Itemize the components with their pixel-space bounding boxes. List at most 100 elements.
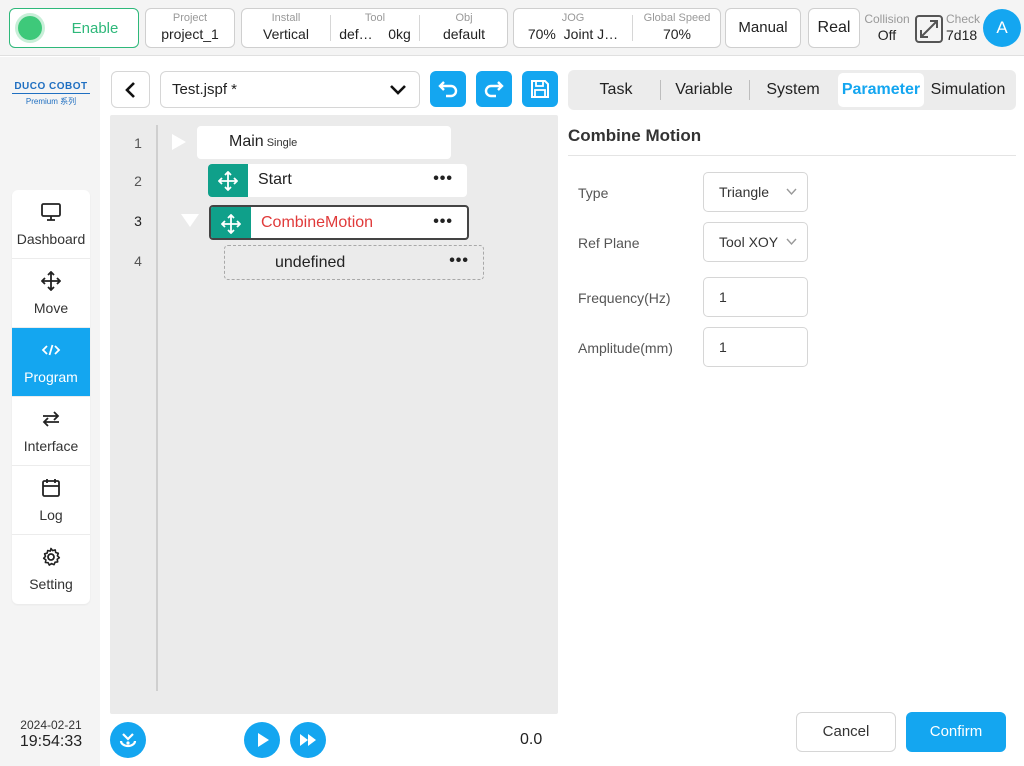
install-tool-obj-group[interactable]: Install Vertical Tool def… 0kg Obj defau… xyxy=(241,8,508,48)
tool-weight: 0kg xyxy=(388,26,411,42)
manual-mode-button[interactable]: Manual xyxy=(725,8,801,48)
main-mode: Single xyxy=(266,137,298,149)
enable-button[interactable]: Enable xyxy=(9,8,139,48)
tree-node-main[interactable]: Main Single xyxy=(197,126,451,159)
tab-task[interactable]: Task xyxy=(576,73,656,107)
sidebar-item-label: Log xyxy=(39,507,63,523)
global-speed-key: Global Speed xyxy=(643,12,711,24)
install-cell[interactable]: Install Vertical xyxy=(242,12,330,43)
jog-mode: Joint J… xyxy=(563,26,619,42)
obj-value: default xyxy=(442,26,486,42)
current-time: 19:54:33 xyxy=(19,733,83,750)
obj-cell[interactable]: Obj default xyxy=(420,12,508,43)
amplitude-input[interactable]: 1 xyxy=(703,327,808,367)
tool-name: def… xyxy=(339,26,373,42)
tree-node-combinemotion[interactable]: CombineMotion ••• xyxy=(209,205,469,240)
sidebar-item-move[interactable]: Move xyxy=(12,259,90,328)
jog-cell[interactable]: JOG 70% Joint J… xyxy=(514,12,632,43)
confirm-button[interactable]: Confirm xyxy=(906,712,1006,752)
divider xyxy=(749,80,750,100)
logo-series: Premium 系列 xyxy=(25,97,77,106)
sidebar-item-log[interactable]: Log xyxy=(12,466,90,535)
step-down-button[interactable] xyxy=(110,722,146,758)
install-value: Vertical xyxy=(263,26,309,42)
line-number: 3 xyxy=(134,213,142,229)
logo-brand: DUCO COBOT xyxy=(12,81,90,94)
sidebar-item-program[interactable]: Program xyxy=(12,328,90,397)
fast-forward-icon xyxy=(300,734,316,746)
line-number: 2 xyxy=(134,173,142,189)
undo-button[interactable] xyxy=(430,71,466,107)
file-selector[interactable]: Test.jspf * xyxy=(160,71,420,108)
panel-title: Combine Motion xyxy=(568,126,702,145)
global-speed-cell[interactable]: Global Speed 70% xyxy=(633,12,721,43)
move-icon xyxy=(221,214,241,234)
back-button[interactable] xyxy=(111,71,150,108)
sidebar-item-dashboard[interactable]: Dashboard xyxy=(12,190,90,259)
tab-parameter[interactable]: Parameter xyxy=(838,73,924,107)
ref-plane-value: Tool XOY xyxy=(719,234,779,250)
real-mode-button[interactable]: Real xyxy=(808,8,860,48)
ref-plane-select[interactable]: Tool XOY xyxy=(703,222,808,262)
node-label: Main Single xyxy=(229,133,297,151)
top-status-bar: Enable Project project_1 Install Vertica… xyxy=(0,0,1024,56)
move-icon xyxy=(218,171,238,191)
chevron-down-icon xyxy=(786,238,797,246)
project-selector[interactable]: Project project_1 xyxy=(145,8,235,48)
cancel-button[interactable]: Cancel xyxy=(796,712,896,752)
tree-guide-line xyxy=(156,125,158,691)
install-key: Install xyxy=(271,12,301,24)
more-options-icon[interactable]: ••• xyxy=(433,171,453,187)
sidebar-item-setting[interactable]: Setting xyxy=(12,535,90,604)
redo-button[interactable] xyxy=(476,71,512,107)
tool-key: Tool xyxy=(364,12,386,24)
node-label: Start xyxy=(258,171,292,188)
ref-plane-label: Ref Plane xyxy=(578,235,640,251)
main-label: Main xyxy=(229,133,264,150)
check-status[interactable]: Check 7d18 xyxy=(946,12,986,44)
tab-simulation[interactable]: Simulation xyxy=(926,73,1010,107)
tool-value: def… 0kg xyxy=(331,25,419,43)
tree-node-start[interactable]: Start ••• xyxy=(208,164,467,197)
drag-handle[interactable] xyxy=(211,207,251,238)
frequency-input[interactable]: 1 xyxy=(703,277,808,317)
sidebar: DUCO COBOT Premium 系列 Dashboard Move Pro… xyxy=(0,57,100,766)
sidebar-item-interface[interactable]: Interface xyxy=(12,397,90,466)
drag-handle[interactable] xyxy=(208,164,248,197)
collision-status[interactable]: Collision Off xyxy=(862,12,912,44)
frequency-value: 1 xyxy=(719,289,727,305)
move-icon xyxy=(41,271,61,291)
type-select[interactable]: Triangle xyxy=(703,172,808,212)
more-options-icon[interactable]: ••• xyxy=(433,214,453,230)
chevron-down-icon xyxy=(390,85,406,95)
fast-forward-button[interactable] xyxy=(290,722,326,758)
tree-node-undefined[interactable]: undefined ••• xyxy=(224,245,484,280)
collapse-toggle-icon[interactable] xyxy=(172,134,186,150)
save-button[interactable] xyxy=(522,71,558,107)
jog-speed-group[interactable]: JOG 70% Joint J… Global Speed 70% xyxy=(513,8,721,48)
jog-percent: 70% xyxy=(527,26,556,42)
tab-system[interactable]: System xyxy=(753,73,833,107)
type-label: Type xyxy=(578,185,609,201)
project-key: Project xyxy=(172,12,208,24)
file-name: Test.jspf * xyxy=(172,81,238,98)
play-button[interactable] xyxy=(244,722,280,758)
panel-tabs: Task Variable System Parameter Simulatio… xyxy=(568,70,1016,110)
expand-icon[interactable] xyxy=(914,14,944,44)
jog-key: JOG xyxy=(561,12,585,24)
tab-variable[interactable]: Variable xyxy=(664,73,744,107)
sidebar-item-label: Move xyxy=(33,300,69,316)
expand-toggle-icon[interactable] xyxy=(181,214,199,227)
redo-icon xyxy=(484,81,504,98)
sidebar-item-label: Dashboard xyxy=(16,231,86,247)
more-options-icon[interactable]: ••• xyxy=(449,253,469,269)
project-value: project_1 xyxy=(161,26,219,42)
current-date: 2024-02-21 xyxy=(20,718,82,732)
sidebar-nav: Dashboard Move Program Interface Log Set… xyxy=(12,190,90,604)
tool-cell[interactable]: Tool def… 0kg xyxy=(331,12,419,43)
line-number: 4 xyxy=(134,253,142,269)
user-avatar[interactable]: A xyxy=(983,9,1021,47)
sidebar-item-label: Interface xyxy=(23,438,79,454)
global-speed-value: 70% xyxy=(662,26,692,42)
amplitude-label: Amplitude(mm) xyxy=(578,340,673,356)
